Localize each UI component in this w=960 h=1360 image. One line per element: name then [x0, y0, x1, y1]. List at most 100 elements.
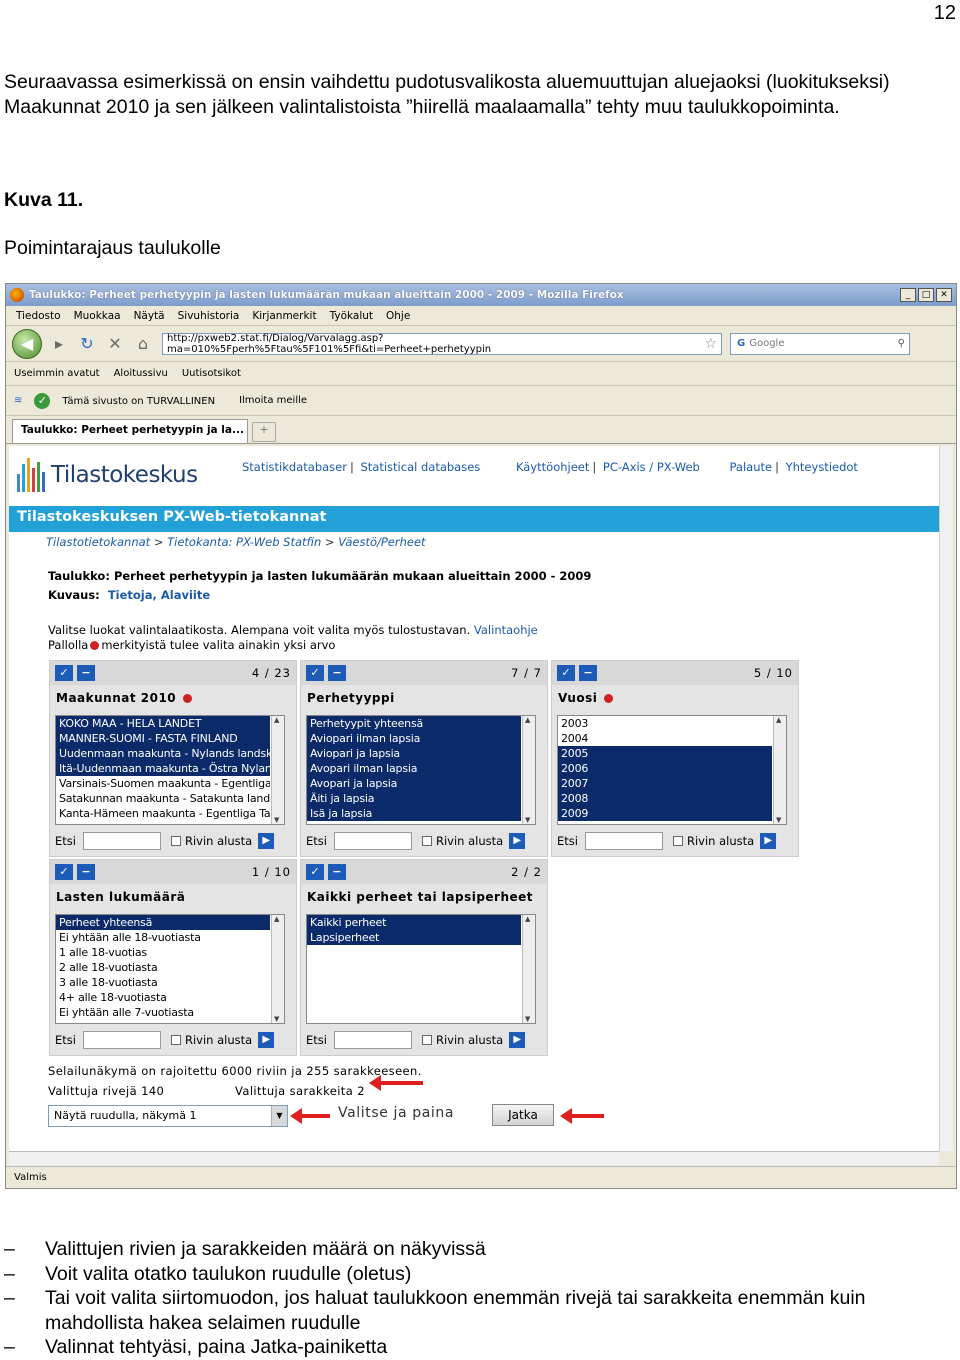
kuvaus-link[interactable]: Tietoja, Alaviite [108, 588, 210, 602]
menu-ohje[interactable]: Ohje [386, 310, 410, 322]
deselect-all-icon[interactable]: − [328, 864, 346, 880]
list-item[interactable]: Isä ja lapsia [307, 806, 521, 821]
search-input[interactable] [83, 1031, 161, 1049]
link-statistical-databases[interactable]: Statistical databases [361, 460, 481, 474]
home-icon[interactable]: ⌂ [132, 333, 154, 355]
search-go-icon[interactable]: ▶ [509, 1032, 526, 1048]
list-item[interactable]: Aviopari ilman lapsia [307, 731, 521, 746]
link-pc-axis[interactable]: PC-Axis / PX-Web [603, 460, 700, 474]
listbox-scrollbar[interactable] [773, 716, 786, 824]
list-item[interactable]: 4+ alle 18-vuotiasta [56, 990, 270, 1005]
list-item[interactable]: Perheet yhteensä [56, 915, 270, 930]
list-item[interactable]: Varsinais-Suomen maakunta - Egentliga [56, 776, 270, 791]
list-item[interactable]: Avopari ja lapsia [307, 776, 521, 791]
chevron-down-icon[interactable]: ▼ [271, 1106, 287, 1126]
output-select[interactable]: Näytä ruudulla, näkymä 1 ▼ [48, 1105, 288, 1127]
list-item[interactable]: Ei yhtään alle 18-vuotiasta [56, 930, 270, 945]
forward-arrow-icon[interactable]: ▸ [48, 333, 70, 355]
report-link[interactable]: Ilmoita meille [239, 395, 307, 406]
list-item[interactable]: Itä-Uudenmaan maakunta - Östra Nylands [56, 761, 270, 776]
back-arrow-icon[interactable]: ◀ [12, 328, 42, 359]
select-all-icon[interactable]: ✓ [306, 665, 324, 681]
new-tab-icon[interactable]: + [252, 422, 276, 442]
tab-active[interactable]: Taulukko: Perheet perhetyypin ja la... [12, 419, 248, 443]
list-item[interactable]: Satakunnan maakunta - Satakunta landskap [56, 791, 270, 806]
link-yhteystiedot[interactable]: Yhteystiedot [786, 460, 858, 474]
link-kayttoohjeet[interactable]: Käyttöohjeet [516, 460, 589, 474]
menu-nayta[interactable]: Näytä [134, 310, 165, 322]
deselect-all-icon[interactable]: − [328, 665, 346, 681]
crumb-tilastotietokannat[interactable]: Tilastotietokannat [46, 535, 150, 549]
list-item[interactable]: 1 alle 18-vuotias [56, 945, 270, 960]
list-item[interactable]: 2007 [558, 776, 772, 791]
maximize-icon[interactable]: □ [918, 288, 934, 302]
listbox-scrollbar[interactable] [522, 716, 535, 824]
site-logo[interactable]: Tilastokeskus [17, 458, 198, 492]
list-item[interactable]: 2004 [558, 731, 772, 746]
rivin-alusta-checkbox[interactable] [171, 1035, 181, 1045]
deselect-all-icon[interactable]: − [77, 665, 95, 681]
rivin-alusta-checkbox[interactable] [422, 836, 432, 846]
list-item[interactable]: Avopari ilman lapsia [307, 761, 521, 776]
search-go-icon[interactable]: ▶ [509, 833, 526, 849]
list-item[interactable]: Äiti ja lapsia [307, 791, 521, 806]
list-item[interactable]: Ei yhtään alle 7-vuotiasta [56, 1005, 270, 1020]
stop-icon[interactable]: ✕ [104, 333, 126, 355]
link-palaute[interactable]: Palaute [729, 460, 772, 474]
deselect-all-icon[interactable]: − [579, 665, 597, 681]
select-all-icon[interactable]: ✓ [55, 665, 73, 681]
rivin-alusta-checkbox[interactable] [673, 836, 683, 846]
list-item[interactable]: Uudenmaan maakunta - Nylands landskap [56, 746, 270, 761]
search-input[interactable] [585, 832, 663, 850]
listbox-scrollbar[interactable] [271, 716, 284, 824]
rivin-alusta-checkbox[interactable] [422, 1035, 432, 1045]
list-item[interactable]: Aviopari ja lapsia [307, 746, 521, 761]
list-item[interactable]: Kaikki perheet [307, 915, 521, 930]
security-text[interactable]: Tämä sivusto on TURVALLINEN [62, 396, 215, 407]
variable-listbox[interactable]: KOKO MAA - HELA LANDET MANNER-SUOMI - FAS… [55, 715, 285, 825]
menu-tyokalut[interactable]: Työkalut [330, 310, 373, 322]
list-item[interactable]: 2003 [558, 716, 772, 731]
url-bar[interactable]: http://pxweb2.stat.fi/Dialog/Varvalagg.a… [162, 332, 722, 355]
continue-button[interactable]: Jatka [492, 1104, 554, 1126]
search-go-icon[interactable]: ▶ [258, 833, 275, 849]
menu-muokkaa[interactable]: Muokkaa [74, 310, 121, 322]
select-all-icon[interactable]: ✓ [55, 864, 73, 880]
search-input[interactable] [83, 832, 161, 850]
menu-sivuhistoria[interactable]: Sivuhistoria [178, 310, 240, 322]
rivin-alusta-checkbox[interactable] [171, 836, 181, 846]
variable-listbox[interactable]: Perhetyypit yhteensä Aviopari ilman lapsi… [306, 715, 536, 825]
bookmark-uutisotsikot[interactable]: Uutisotsikot [182, 368, 241, 379]
list-item[interactable]: MANNER-SUOMI - FASTA FINLAND [56, 731, 270, 746]
search-input[interactable] [334, 1031, 412, 1049]
list-item[interactable]: 3 alle 18-vuotiasta [56, 975, 270, 990]
crumb-tietokanta[interactable]: Tietokanta: PX-Web Statfin [167, 535, 321, 549]
listbox-scrollbar[interactable] [522, 915, 535, 1023]
variable-listbox[interactable]: Perheet yhteensä Ei yhtään alle 18-vuotia… [55, 914, 285, 1024]
minimize-icon[interactable]: _ [900, 288, 916, 302]
reload-icon[interactable]: ↻ [76, 333, 98, 355]
menu-kirjanmerkit[interactable]: Kirjanmerkit [252, 310, 316, 322]
listbox-scrollbar[interactable] [271, 915, 284, 1023]
close-icon[interactable]: ✕ [936, 288, 952, 302]
horizontal-scrollbar[interactable] [9, 1151, 939, 1165]
menu-tiedosto[interactable]: Tiedosto [16, 310, 61, 322]
variable-listbox[interactable]: 2003 2004 2005 2006 2007 2008 2009 [557, 715, 787, 825]
list-item[interactable]: 2005 [558, 746, 772, 761]
list-item[interactable]: Lapsiperheet [307, 930, 521, 945]
list-item[interactable]: Perhetyypit yhteensä [307, 716, 521, 731]
select-all-icon[interactable]: ✓ [306, 864, 324, 880]
list-item[interactable]: 2008 [558, 791, 772, 806]
magnifier-icon[interactable]: ⚲ [898, 338, 905, 349]
link-statistikdatabaser[interactable]: Statistikdatabaser [242, 460, 347, 474]
search-input[interactable] [334, 832, 412, 850]
search-box[interactable]: G Google ⚲ [730, 332, 910, 355]
list-item[interactable]: Kanta-Hämeen maakunta - Egentliga Tavast… [56, 806, 270, 821]
instruction-link[interactable]: Valintaohje [474, 623, 538, 637]
search-go-icon[interactable]: ▶ [760, 833, 777, 849]
wifi-icon[interactable]: ≋ [14, 395, 22, 406]
bookmark-aloitussivu[interactable]: Aloitussivu [114, 368, 168, 379]
bookmark-useimmin[interactable]: Useimmin avatut [14, 368, 100, 379]
search-go-icon[interactable]: ▶ [258, 1032, 275, 1048]
vertical-scrollbar[interactable] [939, 446, 953, 1151]
